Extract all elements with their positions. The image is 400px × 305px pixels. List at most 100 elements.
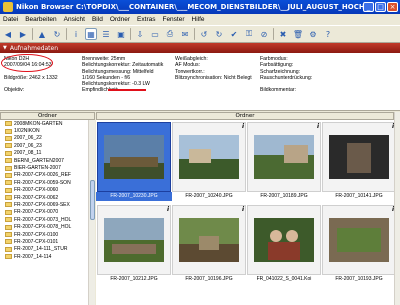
folder-tree-item[interactable]: FR-2007-CPX-0073_HOL (0, 216, 94, 223)
folder-tree-header[interactable]: Ordner (0, 112, 95, 120)
thumbnail-image (104, 135, 164, 179)
folder-label: 2007_08_11 (14, 150, 42, 157)
folder-tree-item[interactable]: 2007_08_11 (0, 150, 94, 157)
menu-datei[interactable]: Datei (3, 16, 18, 23)
image-comment: Bildkommentar: (260, 87, 297, 94)
thumbnail-item[interactable]: i FR-2007_10196.JPG (171, 205, 247, 287)
folder-tree-item[interactable]: FR-2007-CPX-0078_HOL (0, 223, 94, 230)
no-icon[interactable]: ⊘ (258, 28, 270, 40)
folder-tree-item[interactable]: FR-2007_14-111_STUR (0, 246, 94, 253)
menu-bearbeiten[interactable]: Bearbeiten (25, 16, 56, 23)
thumbnail-caption: FR-2007_10189.JPG (260, 193, 308, 199)
info-icon[interactable]: i (242, 123, 244, 130)
thumbnail-frame[interactable] (97, 205, 171, 275)
thumbnail-view-icon[interactable]: ▦ (85, 28, 97, 40)
folder-label: FR-2007-CPX-0070 (14, 209, 59, 216)
scrollbar-thumb[interactable] (90, 180, 95, 220)
thumbnail-image (179, 218, 239, 262)
import-icon[interactable]: ⇩ (134, 28, 146, 40)
minimize-button[interactable]: _ (363, 2, 374, 12)
thumbnail-grid-scrollbar[interactable] (394, 112, 400, 305)
folder-label: BIER-GARTEN-2007 (14, 165, 61, 172)
thumbnail-item[interactable]: FR-2007_10230.JPG (96, 122, 172, 204)
folder-tree-item[interactable]: FR-2007-CPX-0059-SON (0, 179, 94, 186)
thumbnail-frame[interactable] (97, 122, 171, 192)
preview-icon[interactable]: ▣ (115, 28, 127, 40)
folder-tree-item[interactable]: FR-2007_14-114 (0, 253, 94, 260)
menu-ordner[interactable]: Ordner (110, 16, 130, 23)
folder-up-icon[interactable]: ▲ (36, 28, 48, 40)
thumbnail-item[interactable]: FR_041022_S_0041.Koi (246, 205, 322, 287)
folder-tree-item[interactable]: BERNI_GARTEN2007 (0, 157, 94, 164)
menu-ansicht[interactable]: Ansicht (64, 16, 85, 23)
rotate-left-icon[interactable]: ↺ (198, 28, 210, 40)
close-button[interactable]: × (387, 2, 398, 12)
email-icon[interactable]: ✉ (179, 28, 191, 40)
folder-tree-item[interactable]: FR-2007-CPX-0101 (0, 238, 94, 245)
menu-fenster[interactable]: Fenster (162, 16, 184, 23)
thumbnail-frame[interactable] (322, 122, 396, 192)
delete-icon[interactable]: ✖ (277, 28, 289, 40)
thumbnail-caption: FR_041022_S_0041.Koi (256, 276, 312, 282)
thumbnail-item[interactable]: i FR-2007_10193.JPG (321, 205, 397, 287)
thumbnail-frame[interactable] (247, 205, 321, 275)
folder-tree-item[interactable]: 1/02NIKON (0, 127, 94, 134)
thumbnail-item[interactable]: i FR-2007_10141.JPG (321, 122, 397, 204)
folder-tree-item[interactable]: 2007_06_22 (0, 135, 94, 142)
back-icon[interactable]: ◀ (2, 28, 14, 40)
folder-tree-item[interactable]: BIER-GARTEN-2007 (0, 164, 94, 171)
maximize-button[interactable]: □ (375, 2, 386, 12)
print-icon[interactable]: ⎙ (164, 28, 176, 40)
folder-tree-item[interactable]: FR-2007-CPX-0062 (0, 194, 94, 201)
info-icon[interactable]: i (317, 123, 319, 130)
menu-bild[interactable]: Bild (92, 16, 103, 23)
folder-tree-item[interactable]: FR-2007-CPX-0100 (0, 231, 94, 238)
settings-icon[interactable]: ⚙ (307, 28, 319, 40)
thumbnail-item[interactable]: i FR-2007_10189.JPG (246, 122, 322, 204)
info-icon[interactable]: i (167, 206, 169, 213)
thumbnail-item[interactable]: i FR-2007_10212.JPG (96, 205, 172, 287)
folder-tree-item[interactable]: 2008MKON-GARTEN (0, 120, 94, 127)
folder-icon (5, 187, 12, 193)
thumbnail-frame[interactable] (172, 205, 246, 275)
refresh-icon[interactable]: ↻ (51, 28, 63, 40)
folder-icon (5, 209, 12, 215)
thumbnail-frame[interactable] (322, 205, 396, 275)
toolbar-separator (32, 28, 33, 40)
folder-tree-item[interactable]: 2007_06_23 (0, 142, 94, 149)
check-icon[interactable]: ✔ (228, 28, 240, 40)
info-icon[interactable]: i (242, 206, 244, 213)
info-icon[interactable]: i (70, 28, 82, 40)
folder-tree: 2008MKON-GARTEN 1/02NIKON 2007_06_22 2007_0… (0, 120, 95, 305)
menu-extras[interactable]: Extras (137, 16, 155, 23)
thumbnail-item[interactable]: i FR-2007_10240.JPG (171, 122, 247, 204)
trash-icon[interactable]: 🗑 (292, 28, 304, 40)
noise-reduction: Rauschunterdrückung: (260, 74, 313, 81)
folder-icon (5, 135, 12, 141)
toolbar-separator (194, 28, 195, 40)
thumbnail-frame[interactable] (247, 122, 321, 192)
rotate-right-icon[interactable]: ↻ (213, 28, 225, 40)
metadata-section-header[interactable]: ▼ Aufnahmedaten (0, 43, 400, 53)
thumbnail-frame[interactable] (172, 122, 246, 192)
toolbar-separator (130, 28, 131, 40)
forward-icon[interactable]: ▶ (17, 28, 29, 40)
folder-tree-item[interactable]: FR-2007-CPX-0070 (0, 209, 94, 216)
collapse-triangle-icon[interactable]: ▼ (3, 45, 7, 51)
folder-tree-scrollbar[interactable] (88, 120, 95, 305)
folder-label: 2007_06_22 (14, 135, 42, 142)
thumbnail-image (254, 135, 314, 179)
toolbar: ◀ ▶ ▲ ↻ i ▦ ☰ ▣ ⇩ ▭ ⎙ ✉ ↺ ↻ ✔ ⚿ ⊘ ✖ 🗑 ⚙ … (0, 25, 400, 43)
folder-icon (5, 254, 12, 260)
menu-hilfe[interactable]: Hilfe (192, 16, 205, 23)
list-view-icon[interactable]: ☰ (100, 28, 112, 40)
protect-icon[interactable]: ⚿ (243, 28, 255, 40)
folder-label: 1/02NIKON (14, 128, 40, 135)
folder-tree-item[interactable]: FR-2007-CPX-0060 (0, 187, 94, 194)
folder-tree-item[interactable]: FR-2007-CPX-0026_REF (0, 172, 94, 179)
app-icon (3, 2, 13, 12)
folder-tree-item[interactable]: FR-2007-CPX-0069-SEX (0, 201, 94, 208)
folder-label: FR-2007-CPX-0059-SON (14, 179, 71, 186)
slideshow-icon[interactable]: ▭ (149, 28, 161, 40)
help-icon[interactable]: ? (322, 28, 334, 40)
